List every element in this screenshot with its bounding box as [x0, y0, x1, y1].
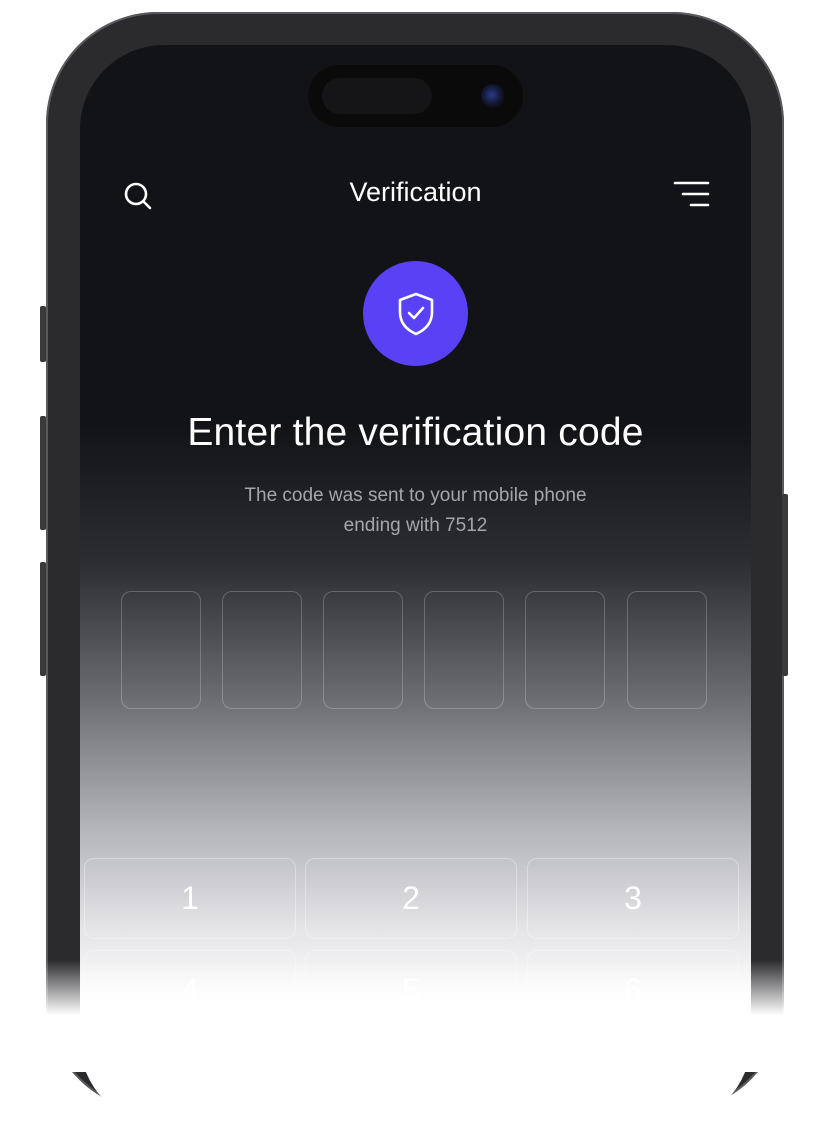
code-digit-input[interactable]: [121, 591, 201, 709]
dynamic-island: [308, 65, 523, 127]
subtitle-line: The code was sent to your mobile phone: [244, 485, 587, 506]
headline: Enter the verification code: [187, 411, 644, 454]
shield-check-icon: [398, 292, 433, 335]
keypad-key-2[interactable]: 2: [305, 858, 517, 939]
code-digit-input[interactable]: [627, 591, 707, 709]
verification-badge: [363, 261, 468, 366]
top-nav: Verification: [80, 173, 751, 217]
subtitle: The code was sent to your mobile phone e…: [160, 481, 671, 541]
phone-side-button: [40, 416, 46, 530]
bottom-fade: [0, 960, 828, 1072]
keypad-key-1[interactable]: 1: [84, 858, 296, 939]
code-input-group: [121, 591, 711, 713]
phone-side-button: [782, 494, 788, 676]
subtitle-line: ending with 7512: [343, 515, 488, 536]
phone-side-button: [40, 306, 46, 362]
code-digit-input[interactable]: [424, 591, 504, 709]
menu-icon[interactable]: [673, 177, 711, 211]
island-pill: [322, 78, 432, 114]
keypad-key-3[interactable]: 3: [527, 858, 739, 939]
code-digit-input[interactable]: [525, 591, 605, 709]
camera-icon: [481, 84, 505, 108]
page-title: Verification: [349, 177, 482, 207]
code-digit-input[interactable]: [222, 591, 302, 709]
phone-side-button: [40, 562, 46, 676]
code-digit-input[interactable]: [323, 591, 403, 709]
